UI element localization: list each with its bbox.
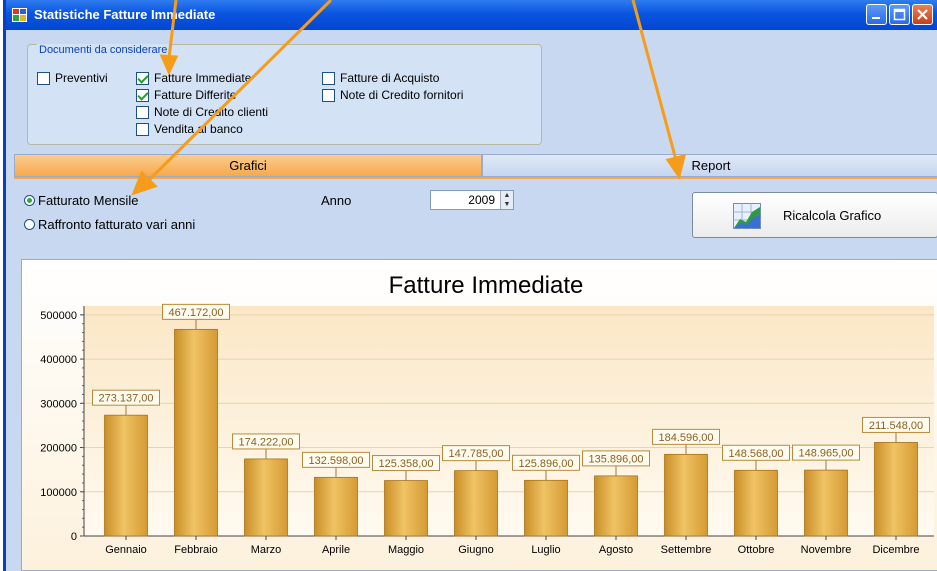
data-label: 467.172,00	[168, 307, 223, 319]
data-label: 211.548,00	[869, 420, 923, 432]
radio-dot[interactable]	[24, 195, 35, 206]
checkbox-box[interactable]	[37, 71, 50, 85]
tab-strip-underline	[14, 177, 937, 179]
data-label: 273.137,00	[98, 393, 153, 405]
checkbox-label: Note di Credito fornitori	[340, 88, 464, 102]
bar	[594, 475, 638, 537]
window-title: Statistiche Fatture Immediate	[34, 7, 216, 22]
app-window: Statistiche Fatture Immediate Documenti …	[3, 0, 937, 571]
x-tick-label: Febbraio	[174, 544, 217, 556]
y-tick-label: 300000	[40, 398, 77, 410]
anno-label: Anno	[321, 193, 352, 208]
checkbox-note-credito-clienti[interactable]: Note di Credito clienti	[136, 105, 268, 119]
minimize-button[interactable]	[866, 4, 887, 25]
chart-panel: Fatture Immediate 0 100000 200000 300000 400…	[21, 259, 937, 571]
close-icon	[917, 9, 928, 20]
data-label: 184.596,00	[658, 432, 713, 444]
maximize-icon	[893, 8, 906, 21]
recalc-label: Ricalcola Grafico	[783, 208, 882, 223]
radio-label: Fatturato Mensile	[38, 193, 139, 208]
radio-dot[interactable]	[24, 219, 35, 230]
data-label: 125.358,00	[378, 458, 433, 470]
data-label: 125.896,00	[518, 458, 573, 470]
checkbox-note-credito-fornitori[interactable]: Note di Credito fornitori	[322, 88, 463, 102]
y-tick-label: 500000	[40, 310, 77, 322]
x-tick-label: Settembre	[661, 544, 712, 556]
tab-report[interactable]: Report	[482, 154, 937, 177]
y-tick-label: 100000	[40, 487, 77, 499]
radio-raffronto-anni[interactable]: Raffronto fatturato vari anni	[24, 217, 195, 232]
recalc-chart-button[interactable]: Ricalcola Grafico	[692, 192, 937, 238]
bar	[174, 328, 218, 537]
bar-chart: Fatture Immediate 0 100000 200000 300000 400…	[22, 260, 937, 570]
checkbox-fatture-acquisto[interactable]: Fatture di Acquisto	[322, 71, 439, 85]
bar	[524, 479, 568, 537]
bar	[804, 469, 848, 537]
data-label: 135.896,00	[588, 453, 643, 465]
y-tick-label: 0	[71, 531, 77, 543]
anno-spinner[interactable]: 2009 ▲ ▼	[430, 190, 514, 210]
close-button[interactable]	[912, 4, 933, 25]
radio-fatturato-mensile[interactable]: Fatturato Mensile	[24, 193, 138, 208]
checkbox-box[interactable]	[136, 71, 149, 85]
checkbox-box[interactable]	[136, 88, 149, 102]
x-tick-label: Ottobre	[738, 544, 775, 556]
data-label: 132.598,00	[308, 455, 363, 467]
spin-down-icon[interactable]: ▼	[501, 200, 513, 209]
spin-up-icon[interactable]: ▲	[501, 191, 513, 200]
checkbox-box[interactable]	[322, 88, 335, 102]
anno-value[interactable]: 2009	[468, 193, 495, 207]
bar	[664, 453, 708, 537]
radio-label: Raffronto fatturato vari anni	[38, 217, 196, 232]
app-icon	[12, 8, 27, 22]
checkbox-label: Fatture di Acquisto	[340, 71, 440, 85]
maximize-button[interactable]	[889, 4, 910, 25]
y-tick-label: 200000	[40, 443, 77, 455]
checkbox-label: Vendita al banco	[154, 122, 243, 136]
data-label: 148.965,00	[798, 448, 853, 460]
data-label: 148.568,00	[728, 448, 783, 460]
chart-title: Fatture Immediate	[389, 272, 584, 299]
x-tick-label: Giugno	[458, 544, 493, 556]
checkbox-label: Preventivi	[55, 71, 108, 85]
x-tick-label: Maggio	[388, 544, 424, 556]
tab-grafici[interactable]: Grafici	[14, 154, 482, 177]
y-tick-label: 400000	[40, 354, 77, 366]
checkbox-label: Note di Credito clienti	[154, 105, 269, 119]
title-bar[interactable]: Statistiche Fatture Immediate	[6, 0, 937, 30]
x-tick-label: Novembre	[801, 544, 852, 556]
documents-group: Documenti da considerare Preventivi Fatt…	[27, 44, 542, 145]
spin-buttons[interactable]: ▲ ▼	[500, 191, 513, 209]
bar	[384, 480, 428, 537]
checkbox-vendita-banco[interactable]: Vendita al banco	[136, 122, 243, 136]
checkbox-box[interactable]	[136, 105, 149, 119]
x-tick-label: Gennaio	[105, 544, 147, 556]
bar	[314, 476, 358, 537]
documents-group-legend: Documenti da considerare	[37, 44, 170, 56]
checkbox-label: Fatture Differite	[154, 88, 237, 102]
x-tick-label: Aprile	[322, 544, 350, 556]
chart-refresh-icon	[733, 203, 761, 229]
x-tick-label: Agosto	[599, 544, 633, 556]
bar	[454, 470, 498, 537]
data-label: 147.785,00	[448, 448, 503, 460]
checkbox-fatture-immediate[interactable]: Fatture Immediate	[136, 71, 251, 85]
checkbox-preventivi[interactable]: Preventivi	[37, 71, 108, 85]
checkbox-label: Fatture Immediate	[154, 71, 252, 85]
minimize-icon	[872, 17, 880, 19]
checkbox-box[interactable]	[322, 71, 335, 85]
x-tick-label: Luglio	[531, 544, 560, 556]
bar	[104, 414, 148, 537]
checkbox-fatture-differite[interactable]: Fatture Differite	[136, 88, 236, 102]
data-label: 174.222,00	[238, 436, 293, 448]
bar	[244, 458, 288, 537]
bar	[734, 469, 778, 537]
x-tick-label: Dicembre	[872, 544, 919, 556]
bar	[874, 442, 918, 537]
chart-plot: 0 100000 200000 300000 400000 500000 273.137,0…	[40, 303, 934, 556]
x-tick-label: Marzo	[251, 544, 282, 556]
checkbox-box[interactable]	[136, 122, 149, 136]
